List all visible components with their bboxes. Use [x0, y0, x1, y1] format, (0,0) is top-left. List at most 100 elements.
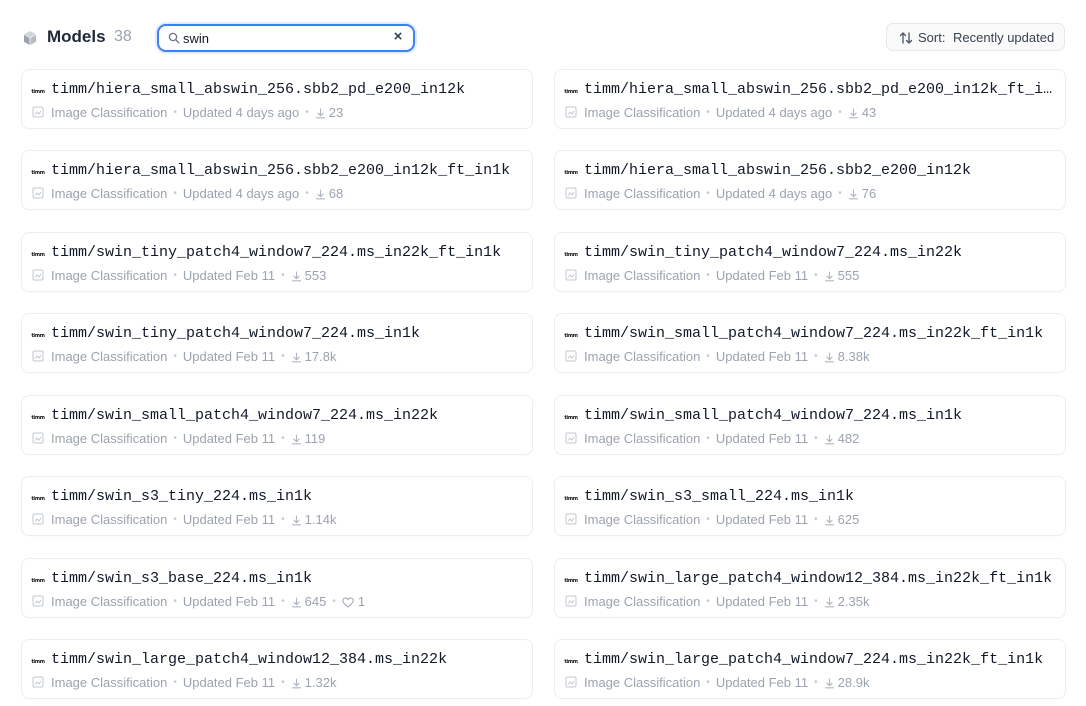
- model-name-link[interactable]: timm/swin_tiny_patch4_window7_224.ms_in2…: [51, 244, 525, 261]
- task-label: Image Classification: [584, 674, 701, 690]
- model-meta: Image Classification • Updated Feb 11 • 482: [565, 430, 859, 446]
- model-name-link[interactable]: timm/swin_small_patch4_window7_224.ms_in…: [51, 407, 525, 424]
- model-name-link[interactable]: timm/hiera_small_abswin_256.sbb2_pd_e200…: [584, 81, 1058, 98]
- updated-label: Updated Feb 11: [182, 593, 276, 609]
- separator-dot: •: [814, 676, 818, 688]
- separator-dot: •: [332, 595, 336, 607]
- model-meta: Image Classification • Updated Feb 11 • 28.9…: [565, 674, 869, 690]
- image-classification-icon: [565, 106, 577, 118]
- download-icon: [848, 107, 859, 118]
- model-name-link[interactable]: timm/swin_large_patch4_window12_384.ms_i…: [584, 570, 1058, 587]
- downloads-count: 553: [304, 267, 327, 283]
- model-meta: Image Classification • Updated Feb 11 • 1.14…: [32, 511, 336, 527]
- model-name-link[interactable]: timm/swin_large_patch4_window7_224.ms_in…: [584, 651, 1058, 668]
- model-card[interactable]: timm timm/swin_large_patch4_window12_384.…: [21, 639, 533, 699]
- model-name-link[interactable]: timm/hiera_small_abswin_256.sbb2_pd_e200…: [51, 81, 525, 98]
- likes-count: 1: [357, 593, 366, 609]
- updated-label: Updated 4 days ago: [182, 104, 300, 120]
- model-card[interactable]: timm timm/swin_large_patch4_window12_384.…: [554, 558, 1066, 618]
- model-card[interactable]: timm timm/swin_small_patch4_window7_224.m…: [554, 313, 1066, 373]
- model-card[interactable]: timm timm/swin_large_patch4_window7_224.m…: [554, 639, 1066, 699]
- separator-dot: •: [173, 432, 177, 444]
- updated-label: Updated 4 days ago: [715, 104, 833, 120]
- separator-dot: •: [814, 432, 818, 444]
- download-icon: [824, 270, 835, 281]
- separator-dot: •: [281, 432, 285, 444]
- download-icon: [291, 433, 302, 444]
- downloads-count: 43: [861, 104, 877, 120]
- image-classification-icon: [565, 187, 577, 199]
- model-name-link[interactable]: timm/swin_small_patch4_window7_224.ms_in…: [584, 325, 1058, 342]
- task-label: Image Classification: [51, 185, 168, 201]
- separator-dot: •: [281, 513, 285, 525]
- updated-label: Updated Feb 11: [182, 430, 276, 446]
- task-label: Image Classification: [584, 267, 701, 283]
- model-card[interactable]: timm timm/swin_s3_small_224.ms_in1k Image …: [554, 476, 1066, 536]
- separator-dot: •: [706, 595, 710, 607]
- separator-dot: •: [305, 106, 309, 118]
- model-card[interactable]: timm timm/hiera_small_abswin_256.sbb2_pd_…: [21, 69, 533, 129]
- model-card[interactable]: timm timm/swin_tiny_patch4_window7_224.ms…: [554, 232, 1066, 292]
- model-name-link[interactable]: timm/swin_s3_base_224.ms_in1k: [51, 570, 525, 587]
- org-avatar-icon: timm: [31, 252, 45, 258]
- model-name-link[interactable]: timm/swin_s3_tiny_224.ms_in1k: [51, 488, 525, 505]
- model-card[interactable]: timm timm/swin_s3_base_224.ms_in1k Image C…: [21, 558, 533, 618]
- separator-dot: •: [305, 187, 309, 199]
- org-avatar-icon: timm: [31, 578, 45, 584]
- org-avatar-icon: timm: [31, 333, 45, 339]
- image-classification-icon: [32, 676, 44, 688]
- image-classification-icon: [565, 269, 577, 281]
- org-avatar-icon: timm: [564, 415, 578, 421]
- model-card[interactable]: timm timm/hiera_small_abswin_256.sbb2_e20…: [21, 150, 533, 210]
- separator-dot: •: [173, 187, 177, 199]
- org-avatar-icon: timm: [564, 89, 578, 95]
- model-name-link[interactable]: timm/swin_s3_small_224.ms_in1k: [584, 488, 1058, 505]
- org-avatar-icon: timm: [31, 659, 45, 665]
- task-label: Image Classification: [584, 185, 701, 201]
- updated-label: Updated Feb 11: [182, 511, 276, 527]
- downloads-count: 23: [328, 104, 344, 120]
- model-name-link[interactable]: timm/swin_tiny_patch4_window7_224.ms_in1…: [51, 325, 525, 342]
- org-avatar-icon: timm: [564, 333, 578, 339]
- download-icon: [291, 514, 302, 525]
- model-meta: Image Classification • Updated Feb 11 • 553: [32, 267, 326, 283]
- download-icon: [291, 596, 302, 607]
- separator-dot: •: [838, 106, 842, 118]
- org-avatar-icon: timm: [31, 170, 45, 176]
- separator-dot: •: [814, 269, 818, 281]
- org-avatar-icon: timm: [564, 659, 578, 665]
- separator-dot: •: [706, 676, 710, 688]
- downloads-count: 1.32k: [304, 674, 337, 690]
- model-name-link[interactable]: timm/swin_tiny_patch4_window7_224.ms_in2…: [584, 244, 1058, 261]
- download-icon: [824, 596, 835, 607]
- updated-label: Updated Feb 11: [182, 348, 276, 364]
- model-card[interactable]: timm timm/swin_small_patch4_window7_224.m…: [21, 395, 533, 455]
- task-label: Image Classification: [584, 593, 701, 609]
- org-avatar-icon: timm: [564, 496, 578, 502]
- model-name-link[interactable]: timm/hiera_small_abswin_256.sbb2_e200_in…: [51, 162, 525, 179]
- org-avatar-icon: timm: [31, 496, 45, 502]
- downloads-count: 1.14k: [304, 511, 337, 527]
- separator-dot: •: [814, 350, 818, 362]
- image-classification-icon: [32, 187, 44, 199]
- task-label: Image Classification: [584, 430, 701, 446]
- model-card[interactable]: timm timm/hiera_small_abswin_256.sbb2_e20…: [554, 150, 1066, 210]
- model-meta: Image Classification • Updated Feb 11 • 1.32…: [32, 674, 336, 690]
- model-meta: Image Classification • Updated Feb 11 • 645 •…: [32, 593, 365, 609]
- org-avatar-icon: timm: [31, 89, 45, 95]
- model-name-link[interactable]: timm/hiera_small_abswin_256.sbb2_e200_in…: [584, 162, 1058, 179]
- model-card[interactable]: timm timm/swin_tiny_patch4_window7_224.ms…: [21, 232, 533, 292]
- separator-dot: •: [706, 269, 710, 281]
- separator-dot: •: [706, 187, 710, 199]
- separator-dot: •: [281, 350, 285, 362]
- download-icon: [824, 351, 835, 362]
- task-label: Image Classification: [51, 267, 168, 283]
- model-card[interactable]: timm timm/swin_small_patch4_window7_224.m…: [554, 395, 1066, 455]
- model-card[interactable]: timm timm/hiera_small_abswin_256.sbb2_pd_…: [554, 69, 1066, 129]
- model-card[interactable]: timm timm/swin_tiny_patch4_window7_224.ms…: [21, 313, 533, 373]
- downloads-count: 8.38k: [837, 348, 870, 364]
- model-name-link[interactable]: timm/swin_small_patch4_window7_224.ms_in…: [584, 407, 1058, 424]
- model-card[interactable]: timm timm/swin_s3_tiny_224.ms_in1k Image C…: [21, 476, 533, 536]
- model-meta: Image Classification • Updated 4 days ago •…: [565, 104, 876, 120]
- model-name-link[interactable]: timm/swin_large_patch4_window12_384.ms_i…: [51, 651, 525, 668]
